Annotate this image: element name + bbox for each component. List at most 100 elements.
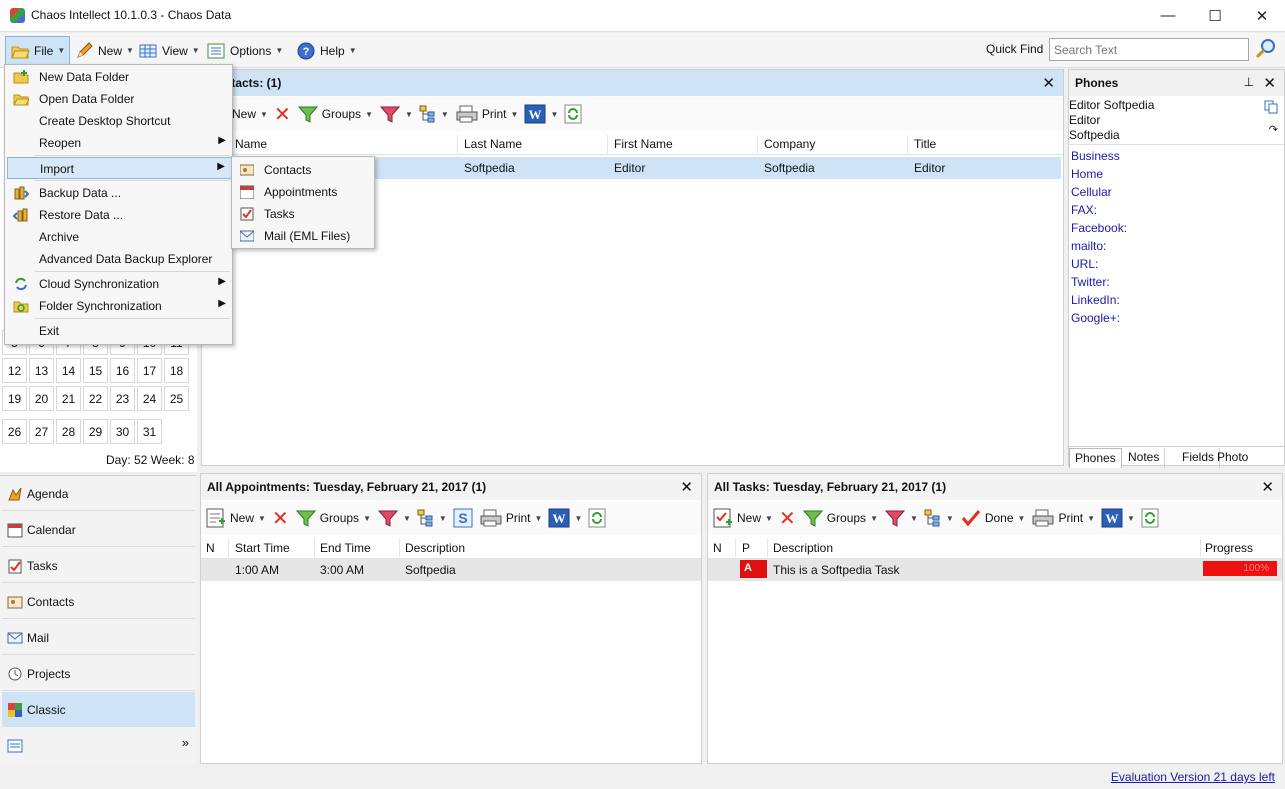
column-n[interactable]: N [713, 541, 722, 555]
menu-item-new-data-folder[interactable]: New Data Folder [7, 66, 232, 88]
tree-view-button[interactable]: ▼ [924, 509, 954, 527]
nav-item-classic[interactable]: Classic [2, 692, 195, 727]
close-panel-icon[interactable]: ✕ [1261, 478, 1274, 496]
new-contact-button[interactable]: New ▼ [232, 107, 268, 121]
word-export-button[interactable]: W ▼ [524, 104, 558, 124]
column-n[interactable]: N [206, 541, 215, 555]
close-panel-icon[interactable]: ✕ [1042, 74, 1055, 92]
menu-item-restore-data[interactable]: Restore Data ... [7, 204, 232, 226]
new-task-button[interactable]: New ▼ [712, 507, 773, 529]
options-menu-button[interactable]: Options ▼ [202, 36, 287, 65]
calendar-day[interactable]: 14 [56, 358, 81, 383]
expand-more-icon[interactable]: » [182, 735, 189, 750]
delete-button[interactable]: ✕ [779, 506, 796, 531]
nav-item-tasks[interactable]: Tasks [2, 548, 195, 583]
column-last-name[interactable]: Last Name [464, 137, 522, 151]
calendar-day[interactable]: 17 [137, 358, 162, 383]
calendar-day[interactable]: 30 [110, 419, 135, 444]
column-company[interactable]: Company [764, 137, 815, 151]
nav-item-mail[interactable]: Mail [2, 620, 195, 655]
column-description[interactable]: Description [773, 541, 833, 555]
refresh-button[interactable] [588, 508, 606, 528]
table-row[interactable]: This is a Softpedia Task [708, 559, 1282, 581]
groups-button[interactable]: Groups ▼ [297, 104, 373, 124]
new-menu-button[interactable]: New ▼ [70, 36, 138, 65]
phone-link-fax[interactable]: FAX: [1071, 203, 1097, 217]
tab-photo[interactable]: Photo [1212, 448, 1253, 468]
calendar-day[interactable]: 26 [2, 419, 27, 444]
menu-item-backup-data[interactable]: Backup Data ... [7, 182, 232, 204]
calendar-day[interactable]: 19 [2, 386, 27, 411]
refresh-button[interactable] [564, 104, 582, 124]
calendar-day[interactable]: 20 [29, 386, 54, 411]
calendar-day[interactable]: 15 [83, 358, 108, 383]
evaluation-link[interactable]: Evaluation Version 21 days left [1111, 770, 1275, 784]
new-appointment-button[interactable]: New ▼ [205, 507, 266, 529]
calendar-day[interactable]: 12 [2, 358, 27, 383]
word-export-button[interactable]: W ▼ [1101, 508, 1135, 528]
phone-link-home[interactable]: Home [1071, 167, 1103, 181]
phone-link-googleplus[interactable]: Google+: [1071, 311, 1120, 325]
delete-button[interactable]: ✕ [272, 506, 289, 531]
nav-item-calendar[interactable]: Calendar [2, 512, 195, 547]
tab-notes[interactable]: Notes [1123, 448, 1166, 468]
calendar-day[interactable]: 31 [137, 419, 162, 444]
tree-view-button[interactable]: ▼ [417, 509, 447, 527]
import-item-tasks[interactable]: Tasks [234, 203, 374, 225]
print-button[interactable]: Print ▼ [479, 508, 542, 528]
rotate-icon[interactable]: ↷ [1269, 123, 1278, 136]
groups-button[interactable]: Groups ▼ [802, 508, 878, 528]
calendar-day[interactable]: 13 [29, 358, 54, 383]
phone-link-facebook[interactable]: Facebook: [1071, 221, 1127, 235]
column-description[interactable]: Description [405, 541, 465, 555]
calendar-day[interactable]: 16 [110, 358, 135, 383]
filter-button[interactable]: ▼ [377, 508, 411, 528]
column-end-time[interactable]: End Time [320, 541, 371, 555]
calendar-day[interactable]: 28 [56, 419, 81, 444]
close-window-button[interactable]: ✕ [1239, 0, 1285, 31]
pin-icon[interactable]: ⊥ [1244, 75, 1254, 89]
search-input[interactable] [1049, 38, 1249, 61]
sync-button[interactable]: S [453, 508, 473, 528]
file-menu-button[interactable]: File ▼ [5, 36, 71, 65]
column-first-name[interactable]: First Name [614, 137, 673, 151]
maximize-button[interactable]: ☐ [1192, 0, 1238, 31]
view-menu-button[interactable]: View ▼ [134, 36, 204, 65]
tab-phones[interactable]: Phones [1069, 448, 1122, 468]
copy-icon[interactable] [1264, 100, 1278, 117]
nav-item-contacts[interactable]: Contacts [2, 584, 195, 619]
done-button[interactable]: Done ▼ [960, 508, 1025, 528]
calendar-day[interactable]: 27 [29, 419, 54, 444]
column-progress[interactable]: Progress [1205, 541, 1253, 555]
calendar-day[interactable]: 24 [137, 386, 162, 411]
filter-button[interactable]: ▼ [379, 104, 413, 124]
minimize-button[interactable]: — [1145, 0, 1191, 31]
help-menu-button[interactable]: ? Help ▼ [292, 36, 361, 65]
column-priority[interactable]: P [742, 541, 750, 555]
import-item-appointments[interactable]: Appointments [234, 181, 374, 203]
phone-link-business[interactable]: Business [1071, 149, 1120, 163]
column-title[interactable]: Title [914, 137, 936, 151]
menu-item-folder-synchronization[interactable]: Folder Synchronization ▶ [7, 295, 232, 317]
column-name[interactable]: Name [235, 137, 267, 151]
menu-item-import[interactable]: Import ▶ [7, 157, 232, 179]
delete-button[interactable]: ✕ [274, 102, 291, 127]
menu-item-open-data-folder[interactable]: Open Data Folder [7, 88, 232, 110]
table-row[interactable]: 1:00 AM 3:00 AM Softpedia [201, 559, 701, 581]
menu-item-create-desktop-shortcut[interactable]: Create Desktop Shortcut [7, 110, 232, 132]
calendar-day[interactable]: 22 [83, 386, 108, 411]
phone-link-cellular[interactable]: Cellular [1071, 185, 1112, 199]
calendar-day[interactable]: 23 [110, 386, 135, 411]
phone-link-url[interactable]: URL: [1071, 257, 1098, 271]
filter-button[interactable]: ▼ [884, 508, 918, 528]
search-icon[interactable] [1254, 37, 1278, 64]
menu-item-archive[interactable]: Archive [7, 226, 232, 248]
import-item-contacts[interactable]: Contacts [234, 159, 374, 181]
print-button[interactable]: Print ▼ [1031, 508, 1095, 528]
groups-button[interactable]: Groups ▼ [295, 508, 371, 528]
menu-item-cloud-synchronization[interactable]: Cloud Synchronization ▶ [7, 273, 232, 295]
nav-item-projects[interactable]: Projects [2, 656, 195, 691]
close-panel-icon[interactable]: ✕ [1263, 74, 1276, 92]
menu-item-advanced-backup-explorer[interactable]: Advanced Data Backup Explorer [7, 248, 232, 270]
nav-item-more[interactable]: » [2, 728, 195, 763]
